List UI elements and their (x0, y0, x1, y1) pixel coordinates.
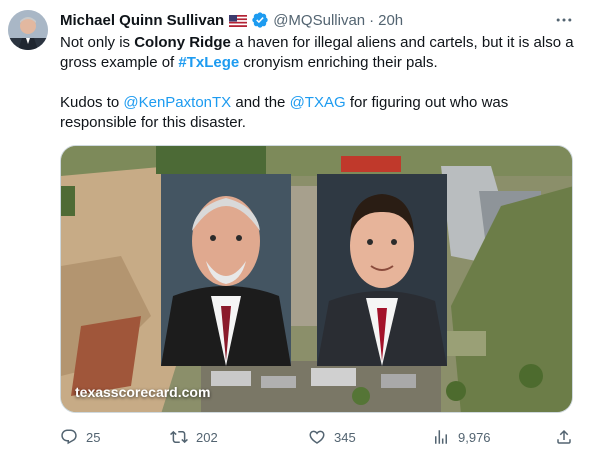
portrait-right (317, 174, 447, 366)
tweet-text: Not only is Colony Ridge a haven for ill… (60, 33, 575, 133)
portrait-left (161, 174, 291, 366)
author-name[interactable]: Michael Quinn Sullivan (60, 12, 224, 29)
tweet-image[interactable]: texasscorecard.com (60, 145, 573, 413)
heart-icon (309, 430, 325, 444)
reply-button[interactable]: 25 (60, 428, 100, 446)
share-icon (557, 429, 571, 444)
text-span: and the (231, 94, 290, 111)
repost-count: 202 (196, 429, 218, 445)
text-span: Kudos to (60, 94, 124, 111)
text-span: Not only is (60, 34, 135, 51)
views-count: 9,976 (458, 429, 491, 445)
hashtag-link[interactable]: #TxLege (178, 54, 239, 71)
mention-link[interactable]: @KenPaxtonTX (123, 94, 231, 111)
views-icon (435, 430, 447, 444)
us-flag-icon (229, 14, 248, 27)
author-handle[interactable]: @MQSullivan (273, 12, 365, 29)
tweet[interactable]: Michael Quinn Sullivan @MQSullivan · 20h… (0, 0, 592, 457)
mention-link[interactable]: @TXAG (290, 94, 346, 111)
tweet-paragraph-1: Not only is Colony Ridge a haven for ill… (60, 33, 575, 73)
avatar[interactable] (8, 10, 48, 50)
image-content (61, 146, 572, 412)
image-watermark: texasscorecard.com (75, 384, 211, 400)
repost-button[interactable]: 202 (170, 428, 218, 446)
like-button[interactable]: 345 (308, 428, 356, 446)
timestamp[interactable]: 20h (378, 12, 403, 29)
like-count: 345 (334, 429, 356, 445)
verified-badge-icon[interactable] (251, 11, 269, 29)
tweet-header: Michael Quinn Sullivan @MQSullivan · 20h (60, 10, 403, 30)
share-button[interactable] (555, 428, 581, 446)
reply-count: 25 (86, 429, 101, 445)
reply-icon (61, 429, 77, 445)
separator-dot: · (369, 11, 375, 29)
views-button[interactable]: 9,976 (432, 428, 491, 446)
tweet-paragraph-2: Kudos to @KenPaxtonTX and the @TXAG for … (60, 93, 575, 133)
more-icon[interactable] (552, 10, 576, 30)
action-bar: 25 202 345 9,976 (60, 428, 575, 450)
repost-icon (170, 430, 188, 444)
bold-text: Colony Ridge (134, 34, 231, 51)
text-span: cronyism enriching their pals. (239, 54, 438, 71)
